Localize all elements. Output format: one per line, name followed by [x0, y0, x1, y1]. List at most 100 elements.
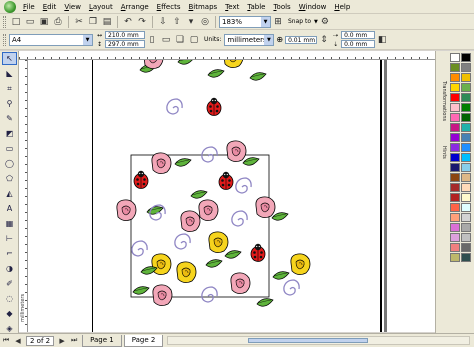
treat-as-filled-icon[interactable]: ◧	[375, 33, 389, 47]
pink-rose-shape[interactable]	[226, 140, 247, 163]
color-swatch[interactable]	[450, 73, 460, 82]
color-swatch[interactable]	[450, 243, 460, 252]
paste-icon[interactable]: ▤	[100, 15, 114, 29]
color-swatch[interactable]	[450, 83, 460, 92]
color-swatch[interactable]	[450, 193, 460, 202]
parallel-dimension-tool-icon[interactable]: ⊢	[2, 232, 17, 245]
chevron-down-icon[interactable]: ▼	[264, 34, 274, 45]
pink-rose-shape[interactable]	[198, 199, 219, 222]
yellow-rose-shape[interactable]	[151, 253, 172, 276]
first-page-icon[interactable]: ⏮	[0, 336, 12, 346]
yellow-rose-shape[interactable]	[208, 231, 229, 254]
ladybug-shape[interactable]	[218, 171, 234, 190]
artwork[interactable]	[28, 60, 435, 332]
table-tool-icon[interactable]: ▦	[2, 217, 17, 230]
color-swatch[interactable]	[461, 213, 471, 222]
application-launcher-icon[interactable]: ▾	[184, 15, 198, 29]
menu-window[interactable]: Window	[295, 0, 331, 14]
chevron-down-icon[interactable]: ▼	[83, 34, 92, 45]
ladybug-shape[interactable]	[206, 97, 222, 116]
current-page-icon[interactable]: ▢	[187, 33, 201, 47]
ladybug-shape[interactable]	[250, 243, 266, 262]
color-swatch[interactable]	[461, 53, 471, 62]
color-swatch[interactable]	[450, 163, 460, 172]
color-swatch[interactable]	[461, 103, 471, 112]
menu-effects[interactable]: Effects	[153, 0, 185, 14]
color-swatch[interactable]	[461, 73, 471, 82]
leaf-shape[interactable]	[174, 158, 192, 167]
rectangle-tool-icon[interactable]: ▭	[2, 142, 17, 155]
menu-table[interactable]: Table	[243, 0, 269, 14]
leaf-shape[interactable]	[242, 157, 260, 166]
pick-tool-icon[interactable]: ↖	[2, 52, 17, 65]
leaf-shape[interactable]	[140, 266, 158, 275]
page-height-input[interactable]: 297.0 mm	[105, 40, 145, 48]
color-swatch[interactable]	[450, 93, 460, 102]
vertical-ruler[interactable]	[19, 60, 28, 332]
previous-page-icon[interactable]: ◀	[12, 336, 24, 346]
color-swatch[interactable]	[461, 113, 471, 122]
docker-tab-transformations[interactable]: Transformations	[438, 81, 447, 121]
pink-rose-shape[interactable]	[230, 272, 251, 295]
color-swatch[interactable]	[461, 223, 471, 232]
export-icon[interactable]: ⇧	[170, 15, 184, 29]
import-icon[interactable]: ⇩	[156, 15, 170, 29]
undo-icon[interactable]: ↶	[121, 15, 135, 29]
drawing-canvas[interactable]	[28, 60, 435, 332]
color-swatch[interactable]	[450, 203, 460, 212]
menu-layout[interactable]: Layout	[85, 0, 117, 14]
menu-help[interactable]: Help	[330, 0, 354, 14]
swirl-shape[interactable]	[174, 233, 191, 250]
polygon-tool-icon[interactable]: ⬠	[2, 172, 17, 185]
scrollbar-thumb[interactable]	[248, 338, 369, 343]
color-swatch[interactable]	[450, 223, 460, 232]
cut-icon[interactable]: ✂	[72, 15, 86, 29]
open-icon[interactable]: ▭	[23, 15, 37, 29]
print-icon[interactable]: ⎙	[51, 15, 65, 29]
yellow-rose-shape[interactable]	[223, 60, 244, 69]
leaf-shape[interactable]	[207, 69, 225, 78]
menu-tools[interactable]: Tools	[269, 0, 294, 14]
color-swatch[interactable]	[450, 133, 460, 142]
leaf-shape[interactable]	[177, 60, 195, 65]
pink-rose-shape[interactable]	[255, 196, 276, 219]
text-tool-icon[interactable]: A	[2, 202, 17, 215]
color-swatch[interactable]	[461, 183, 471, 192]
color-swatch[interactable]	[450, 123, 460, 132]
leaf-shape[interactable]	[256, 298, 274, 307]
blend-tool-icon[interactable]: ◑	[2, 262, 17, 275]
duplicate-y-input[interactable]: 0.0 mm	[341, 40, 376, 48]
redo-icon[interactable]: ↷	[135, 15, 149, 29]
color-swatch[interactable]	[450, 103, 460, 112]
new-document-icon[interactable]: □	[9, 15, 23, 29]
color-swatch[interactable]	[461, 243, 471, 252]
crop-tool-icon[interactable]: ⌗	[2, 82, 17, 95]
landscape-icon[interactable]: ▭	[159, 33, 173, 47]
color-swatch[interactable]	[450, 113, 460, 122]
last-page-icon[interactable]: ⏭	[68, 336, 80, 346]
color-swatch[interactable]	[461, 253, 471, 262]
ellipse-tool-icon[interactable]: ◯	[2, 157, 17, 170]
color-swatch[interactable]	[461, 93, 471, 102]
copy-icon[interactable]: ❐	[86, 15, 100, 29]
toolbar-grip[interactable]	[3, 33, 6, 46]
pink-rose-shape[interactable]	[116, 199, 137, 222]
chevron-down-icon[interactable]: ▼	[261, 16, 270, 27]
menu-view[interactable]: View	[60, 0, 85, 14]
page-tab-1[interactable]: Page 1	[82, 334, 122, 347]
toolbar-grip[interactable]	[3, 15, 6, 28]
zoom-level-combo[interactable]: 183% ▼	[219, 15, 271, 28]
ladybug-shape[interactable]	[133, 170, 149, 189]
snap-to-button[interactable]: Snap to	[285, 18, 314, 25]
full-screen-preview-icon[interactable]: ⊞	[271, 15, 285, 29]
pattern-tile-group[interactable]	[116, 140, 311, 307]
yellow-rose-shape[interactable]	[176, 261, 197, 284]
swirl-shape[interactable]	[166, 98, 183, 115]
all-pages-icon[interactable]: ❏	[173, 33, 187, 47]
horizontal-scrollbar[interactable]	[167, 336, 470, 345]
leaf-shape[interactable]	[205, 259, 223, 268]
color-swatch[interactable]	[450, 213, 460, 222]
color-swatch[interactable]	[461, 123, 471, 132]
color-swatch[interactable]	[450, 153, 460, 162]
color-swatch[interactable]	[450, 63, 460, 72]
